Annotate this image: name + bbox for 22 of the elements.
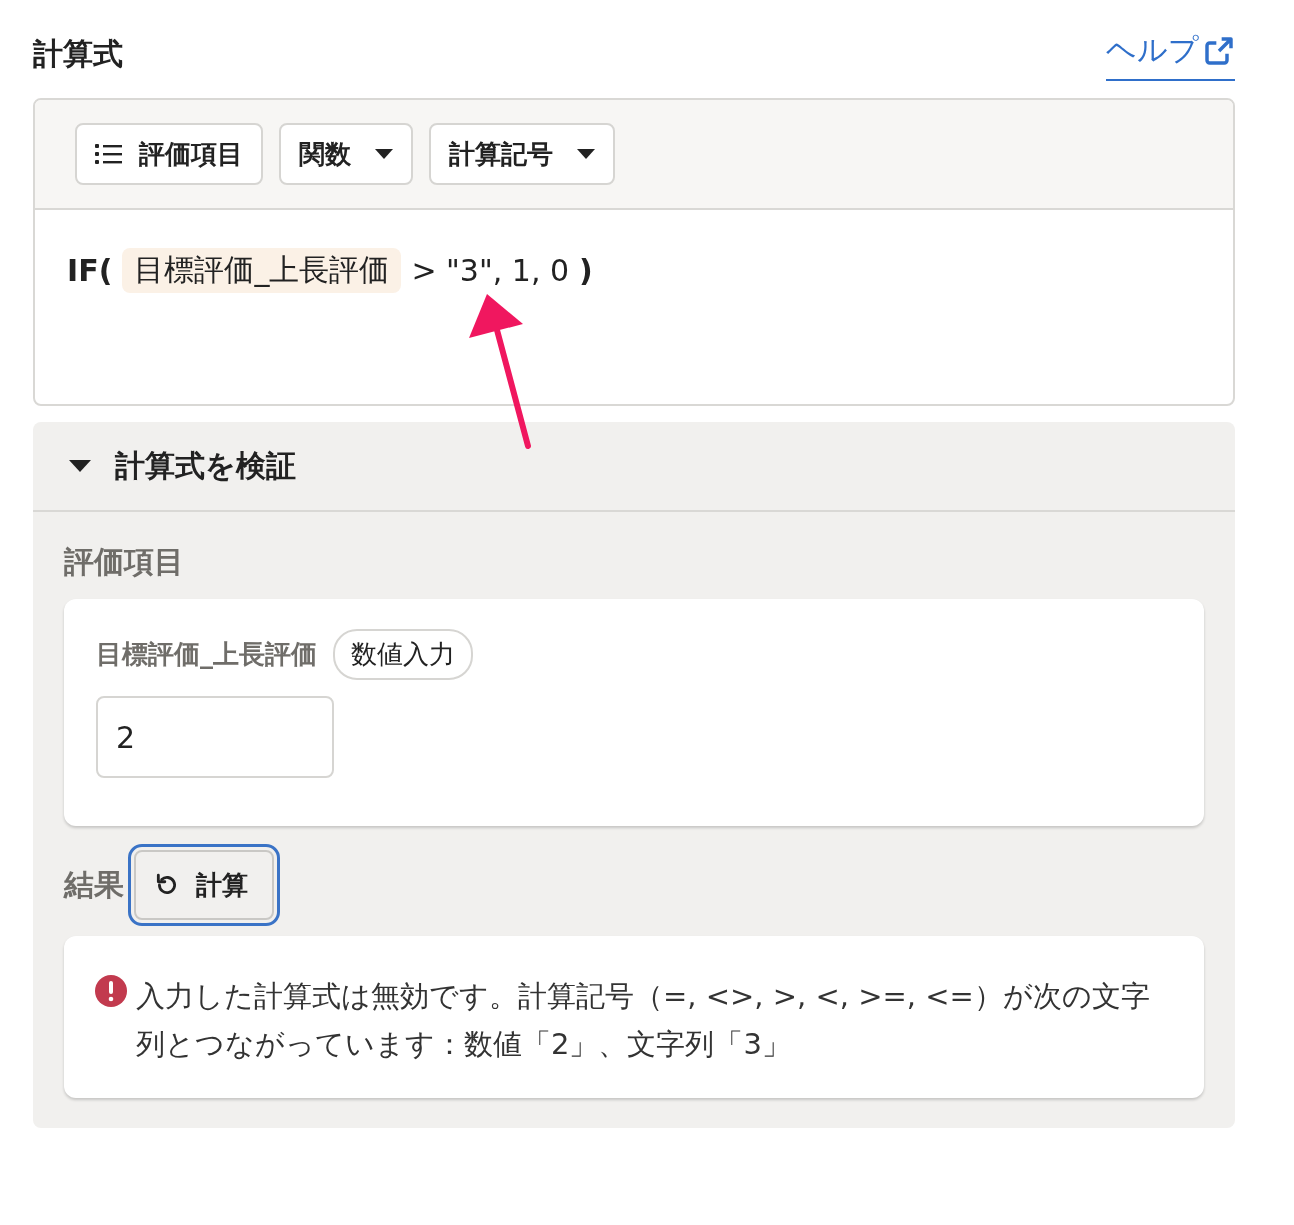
value-input[interactable]: 2 (96, 696, 334, 778)
type-tag: 数値入力 (333, 629, 473, 680)
external-link-icon (1203, 34, 1235, 67)
help-link[interactable]: ヘルプ (1106, 30, 1235, 81)
subsection-title: 評価項目 (64, 543, 185, 581)
formula-function: IF( (67, 253, 113, 288)
toolbar-button[interactable]: 評価項目 (75, 123, 263, 185)
list-icon (95, 143, 123, 165)
formula-function: ) (579, 253, 593, 288)
error-message: 入力した計算式は無効です。計算記号（=, <>, >, <, >=, <=）が次の文字列とつながっています：数値「2」、文字列「3」 (136, 978, 1151, 1063)
formula-text: > "3", 1, 0 (411, 253, 570, 288)
toolbar-button[interactable]: 関数 (279, 123, 413, 185)
error-icon (94, 974, 128, 1008)
field-label: 目標評価_上長評価 (96, 638, 317, 671)
caret-icon (375, 149, 393, 159)
validation-toggle[interactable]: 計算式を検証 (33, 422, 1235, 512)
toolbar-button[interactable]: 計算記号 (429, 123, 615, 185)
caret-icon (69, 460, 91, 472)
result-label: 結果 (64, 865, 124, 904)
section-title: 計算式 (33, 35, 123, 73)
caret-icon (577, 149, 595, 159)
field-token: 目標評価_上長評価 (122, 248, 402, 293)
